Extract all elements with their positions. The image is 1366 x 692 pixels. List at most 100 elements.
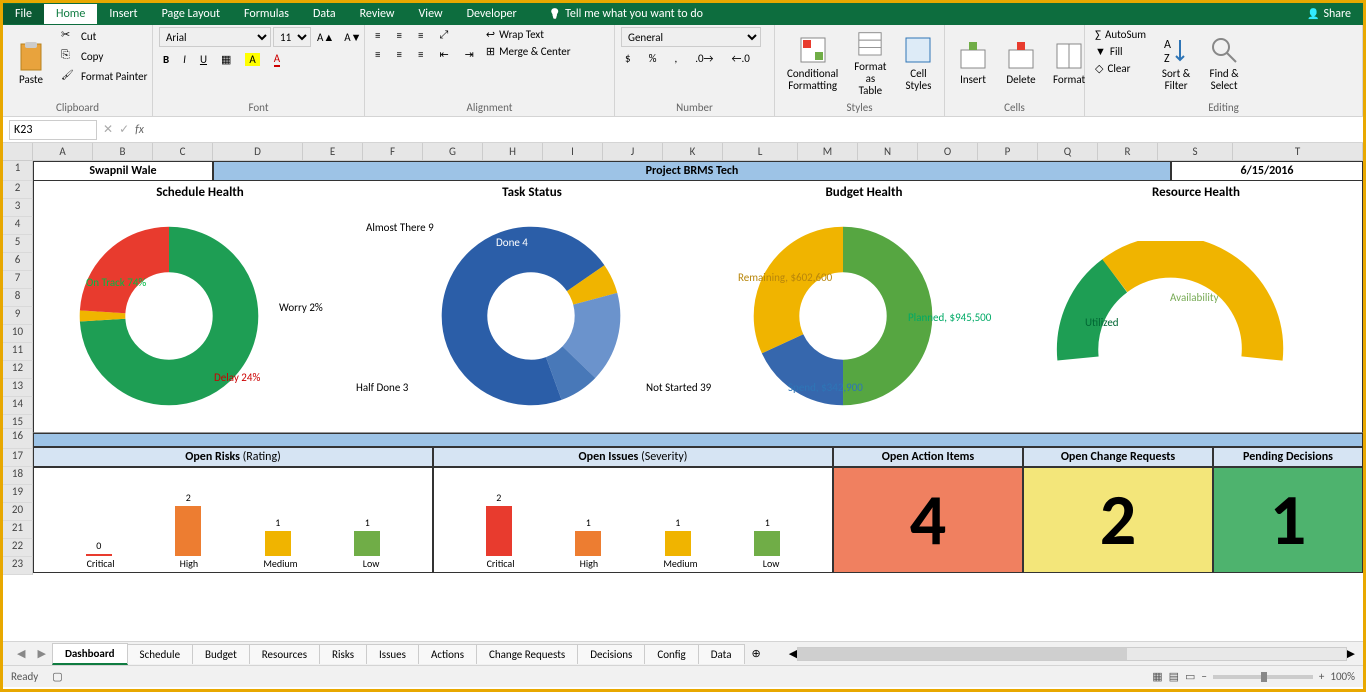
zoom-level[interactable]: 100%	[1330, 670, 1355, 683]
col-header[interactable]: S	[1158, 143, 1233, 160]
number-format-select[interactable]: General	[621, 27, 761, 47]
row-header[interactable]: 20	[3, 503, 33, 521]
decrease-decimal-button[interactable]: ←.0	[728, 51, 754, 66]
cut-button[interactable]: Cut	[57, 27, 151, 45]
worksheet[interactable]: Swapnil Wale Project BRMS Tech 6/15/2016…	[33, 161, 1363, 641]
font-size-select[interactable]: 11	[273, 27, 311, 47]
row-header[interactable]: 13	[3, 379, 33, 397]
scroll-thumb[interactable]	[798, 648, 1126, 660]
macro-record-icon[interactable]: ▢	[52, 670, 62, 683]
col-header[interactable]: R	[1098, 143, 1158, 160]
row-header[interactable]: 23	[3, 557, 33, 575]
increase-font-button[interactable]: A▲	[313, 27, 338, 47]
col-header[interactable]: H	[483, 143, 543, 160]
format-as-table-button[interactable]: Format as Table	[848, 27, 892, 99]
align-top-button[interactable]: ≡	[371, 27, 384, 43]
row-header[interactable]: 21	[3, 521, 33, 539]
row-header[interactable]: 9	[3, 307, 33, 325]
increase-indent-button[interactable]: ⇥	[461, 47, 478, 62]
tab-formulas[interactable]: Formulas	[232, 4, 301, 24]
formula-input[interactable]	[150, 120, 1357, 140]
tab-developer[interactable]: Developer	[455, 4, 529, 24]
add-sheet-button[interactable]: ⊕	[744, 647, 769, 660]
view-page-layout-icon[interactable]: ▤	[1169, 670, 1179, 683]
row-header[interactable]: 19	[3, 485, 33, 503]
zoom-thumb[interactable]	[1261, 672, 1267, 682]
sheet-tab-config[interactable]: Config	[644, 644, 698, 664]
row-header[interactable]: 4	[3, 217, 33, 235]
row-header[interactable]: 7	[3, 271, 33, 289]
sheet-nav-prev[interactable]: ◀	[11, 647, 31, 660]
insert-cells-button[interactable]: Insert	[951, 27, 995, 99]
sheet-tab-change-requests[interactable]: Change Requests	[476, 644, 578, 664]
sheet-tab-actions[interactable]: Actions	[418, 644, 477, 664]
percent-button[interactable]: %	[645, 51, 661, 66]
row-header[interactable]: 12	[3, 361, 33, 379]
zoom-in-button[interactable]: +	[1319, 670, 1324, 683]
row-header[interactable]: 8	[3, 289, 33, 307]
col-header[interactable]: I	[543, 143, 603, 160]
italic-button[interactable]: I	[179, 52, 190, 67]
scroll-track[interactable]	[797, 647, 1346, 661]
decrease-indent-button[interactable]: ⇤	[435, 47, 452, 62]
sheet-tab-schedule[interactable]: Schedule	[127, 644, 194, 664]
merge-center-button[interactable]: ⊞Merge & Center	[482, 44, 575, 59]
autosum-button[interactable]: ∑AutoSum	[1091, 27, 1150, 42]
col-header[interactable]: E	[303, 143, 363, 160]
zoom-out-button[interactable]: −	[1201, 670, 1206, 683]
scroll-right-button[interactable]: ▶	[1347, 647, 1355, 660]
sheet-tab-resources[interactable]: Resources	[249, 644, 320, 664]
wrap-text-button[interactable]: ↩Wrap Text	[482, 27, 575, 42]
col-header[interactable]: O	[918, 143, 978, 160]
sheet-tab-risks[interactable]: Risks	[319, 644, 367, 664]
sheet-tab-dashboard[interactable]: Dashboard	[52, 643, 128, 665]
fx-button[interactable]: fx	[135, 123, 144, 137]
col-header[interactable]: G	[423, 143, 483, 160]
delete-cells-button[interactable]: Delete	[999, 27, 1043, 99]
row-header[interactable]: 6	[3, 253, 33, 271]
row-header[interactable]: 14	[3, 397, 33, 415]
bold-button[interactable]: B	[159, 52, 173, 67]
increase-decimal-button[interactable]: .0→	[691, 51, 717, 66]
sheet-tab-issues[interactable]: Issues	[366, 644, 419, 664]
align-center-button[interactable]: ≡	[392, 47, 405, 62]
tab-page-layout[interactable]: Page Layout	[150, 4, 232, 24]
align-left-button[interactable]: ≡	[371, 47, 384, 62]
row-header[interactable]: 22	[3, 539, 33, 557]
col-header[interactable]: A	[33, 143, 93, 160]
underline-button[interactable]: U	[196, 52, 211, 67]
col-header[interactable]: F	[363, 143, 423, 160]
tab-insert[interactable]: Insert	[97, 4, 149, 24]
row-header[interactable]: 5	[3, 235, 33, 253]
col-header[interactable]: N	[858, 143, 918, 160]
formula-accept-button[interactable]: ✓	[119, 122, 129, 137]
sheet-tab-decisions[interactable]: Decisions	[577, 644, 645, 664]
align-bottom-button[interactable]: ≡	[414, 27, 427, 43]
formula-cancel-button[interactable]: ✕	[103, 122, 113, 137]
tab-data[interactable]: Data	[301, 4, 348, 24]
tab-file[interactable]: File	[3, 4, 44, 24]
sort-filter-button[interactable]: AZSort & Filter	[1154, 27, 1198, 99]
tell-me[interactable]: Tell me what you want to do	[529, 7, 1295, 21]
fill-color-button[interactable]: A	[241, 52, 263, 67]
border-button[interactable]: ▦	[217, 52, 235, 67]
horizontal-scrollbar[interactable]: ◀ ▶	[789, 647, 1355, 661]
row-header[interactable]: 16	[3, 429, 33, 449]
scroll-left-button[interactable]: ◀	[789, 647, 797, 660]
zoom-slider[interactable]	[1213, 675, 1313, 679]
col-header[interactable]: M	[798, 143, 858, 160]
col-header[interactable]: C	[153, 143, 213, 160]
col-header[interactable]: T	[1233, 143, 1363, 160]
col-header[interactable]: L	[723, 143, 798, 160]
col-header[interactable]: Q	[1038, 143, 1098, 160]
col-header[interactable]: D	[213, 143, 303, 160]
comma-button[interactable]: ,	[670, 51, 681, 66]
align-right-button[interactable]: ≡	[414, 47, 427, 62]
sheet-nav-next[interactable]: ▶	[31, 647, 51, 660]
orientation-button[interactable]: ⤢	[435, 27, 452, 43]
view-normal-icon[interactable]: ▦	[1152, 670, 1162, 683]
select-all-corner[interactable]	[3, 143, 33, 160]
row-header[interactable]: 11	[3, 343, 33, 361]
currency-button[interactable]: $	[621, 51, 635, 66]
tab-home[interactable]: Home	[44, 4, 97, 24]
